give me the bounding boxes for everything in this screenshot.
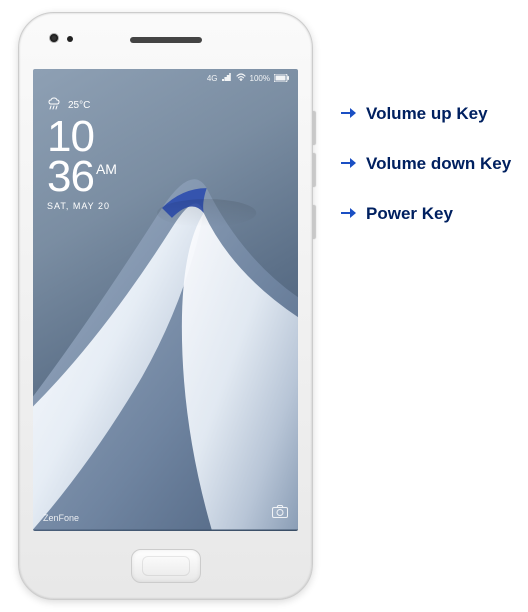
status-battery-label: 100% (250, 74, 270, 83)
label-volume-down-text: Volume down Key (366, 154, 511, 174)
phone-brand-label: ZenFone (43, 513, 79, 523)
phone-body: 4G 100% 25°C 10 36AM SAT, MAY 20 (18, 12, 313, 600)
arrow-right-icon (340, 105, 360, 123)
clock-minutes: 36 (47, 152, 94, 201)
clock-widget: 10 36AM SAT, MAY 20 (47, 117, 117, 210)
label-power-text: Power Key (366, 204, 453, 224)
phone-screen: 4G 100% 25°C 10 36AM SAT, MAY 20 (33, 69, 298, 531)
clock-date: SAT, MAY 20 (47, 202, 117, 210)
volume-up-button[interactable] (312, 111, 315, 145)
volume-down-button[interactable] (312, 153, 315, 187)
arrow-right-icon (340, 155, 360, 173)
status-bar: 4G 100% (207, 73, 290, 83)
home-button[interactable] (131, 549, 201, 583)
wifi-icon (236, 73, 246, 83)
arrow-right-icon (340, 205, 360, 223)
camera-icon[interactable] (272, 505, 288, 523)
label-volume-down: Volume down Key (340, 154, 511, 174)
status-network-label: 4G (207, 74, 218, 83)
label-volume-up-text: Volume up Key (366, 104, 488, 124)
label-power: Power Key (340, 204, 453, 224)
power-button[interactable] (312, 205, 315, 239)
weather-temp: 25°C (68, 100, 90, 111)
signal-icon (222, 73, 232, 83)
earpiece-speaker (130, 37, 202, 43)
clock-hours: 10 (47, 117, 117, 157)
clock-ampm: AM (96, 163, 117, 176)
battery-icon (274, 74, 290, 82)
earpiece-row (19, 35, 312, 43)
label-volume-up: Volume up Key (340, 104, 488, 124)
